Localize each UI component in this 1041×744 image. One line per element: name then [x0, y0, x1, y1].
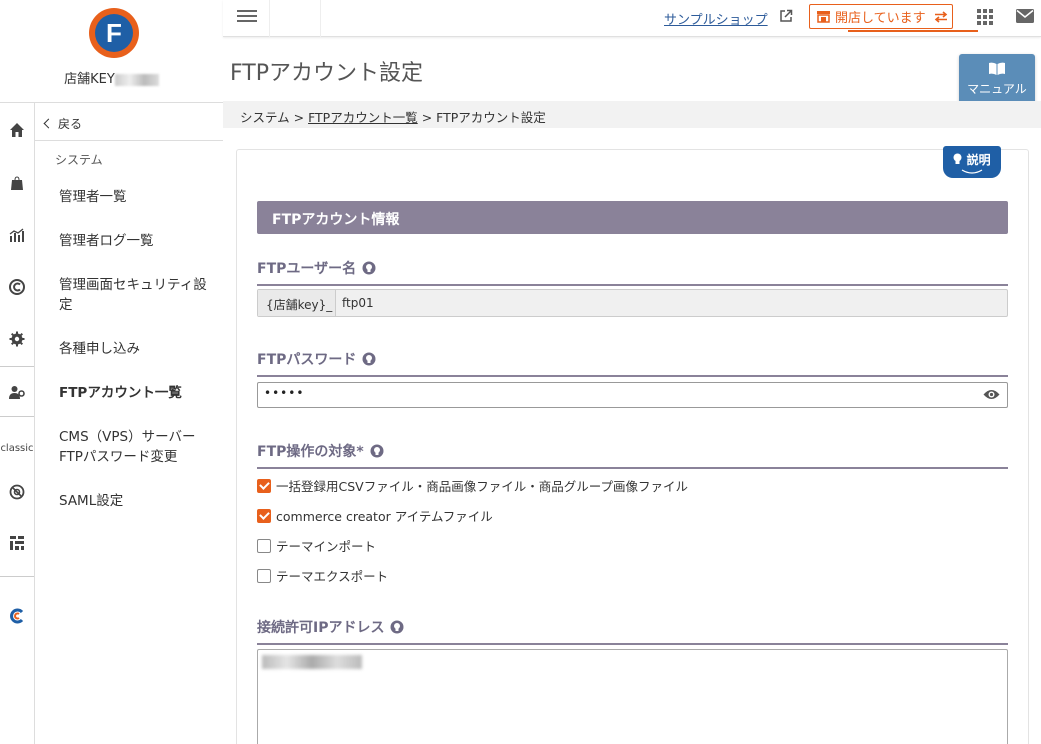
sample-shop-link[interactable]: サンプルショップ	[664, 9, 768, 28]
chevron-down-icon	[961, 169, 983, 174]
breadcrumb-link-ftp-accounts[interactable]: FTPアカウント一覧	[308, 110, 418, 125]
ftp-password-label: FTPパスワード	[257, 349, 1008, 377]
chevron-left-icon	[43, 118, 54, 129]
rail-divider	[0, 366, 34, 367]
manual-label: マニュアル	[967, 82, 1027, 96]
store-key-redacted	[114, 73, 159, 86]
rail-divider	[0, 416, 34, 417]
target-option-label: commerce creator アイテムファイル	[276, 509, 493, 524]
submenu-section-label: システム	[55, 153, 103, 167]
ip-address-label: 接続許可IPアドレス	[257, 617, 1008, 645]
external-link-icon	[780, 9, 793, 22]
logo-mark: F	[95, 14, 133, 52]
breadcrumb-separator: >	[289, 110, 309, 125]
target-option-label: テーマエクスポート	[276, 569, 389, 584]
tags-icon[interactable]	[0, 528, 34, 558]
ftp-username-input: {店舗key}_ ftp01	[257, 289, 1008, 317]
store-icon	[817, 11, 830, 23]
ip-address-label-text: 接続許可IPアドレス	[257, 620, 385, 636]
breadcrumb-current: FTPアカウント設定	[436, 110, 546, 125]
apps-grid-icon[interactable]	[976, 8, 994, 26]
checkbox-theme-import[interactable]	[257, 538, 271, 553]
logo[interactable]: F	[89, 8, 139, 58]
swap-icon	[934, 10, 947, 23]
hint-icon[interactable]	[370, 444, 384, 458]
target-option-theme-export[interactable]: テーマエクスポート	[257, 566, 388, 585]
open-status-underline	[848, 30, 978, 32]
ftp-username-value: ftp01	[342, 296, 374, 310]
c-icon[interactable]	[0, 272, 34, 302]
ip-address-textarea[interactable]	[257, 649, 1008, 744]
brand-area: F 店舗KEY	[0, 0, 223, 103]
store-key-label: 店舗KEY	[64, 72, 115, 87]
chart-icon[interactable]	[0, 220, 34, 250]
store-key: 店舗KEY	[0, 68, 223, 87]
user-gear-icon[interactable]	[0, 377, 34, 407]
hint-icon[interactable]	[362, 261, 376, 275]
book-icon	[989, 62, 1005, 75]
rail-divider	[0, 576, 34, 577]
checkbox-theme-export[interactable]	[257, 568, 271, 583]
target-option-csv-images[interactable]: 一括登録用CSVファイル・商品画像ファイル・商品グループ画像ファイル	[257, 476, 688, 495]
hamburger-icon[interactable]	[237, 7, 257, 27]
back-link[interactable]: 戻る	[43, 115, 83, 132]
submenu-item-ftp-accounts[interactable]: FTPアカウント一覧	[59, 383, 219, 403]
ftp-targets-label-text: FTP操作の対象*	[257, 444, 364, 460]
checkbox-csv-images[interactable]	[257, 478, 271, 493]
top-bar: サンプルショップ 開店しています	[223, 0, 1041, 37]
submenu: 戻る システム 管理者一覧 管理者ログ一覧 管理画面セキュリティ設定 各種申し込…	[35, 103, 223, 744]
target-option-theme-import[interactable]: テーマインポート	[257, 536, 376, 555]
ftp-username-prefix: {店舗key}_	[258, 290, 336, 316]
top-tab[interactable]	[269, 0, 321, 37]
target-option-commerce-creator[interactable]: commerce creator アイテムファイル	[257, 506, 493, 525]
ip-address-redacted	[262, 655, 362, 669]
bag-icon[interactable]	[0, 168, 34, 198]
explain-button[interactable]: 説明	[943, 146, 1001, 178]
home-icon[interactable]	[0, 115, 34, 145]
ftp-targets-label: FTP操作の対象*	[257, 441, 1008, 469]
target-option-label: テーマインポート	[276, 539, 377, 554]
eye-icon[interactable]	[983, 388, 1000, 401]
submenu-item-admin-list[interactable]: 管理者一覧	[59, 187, 219, 207]
submenu-item-admin-log[interactable]: 管理者ログ一覧	[59, 231, 219, 251]
submenu-item-cms-ftp-password[interactable]: CMS（VPS）サーバー FTPパスワード変更	[59, 427, 219, 467]
breadcrumb-separator: >	[417, 110, 437, 125]
hint-icon[interactable]	[390, 620, 404, 634]
ftp-password-input[interactable]: •••••	[257, 382, 1008, 408]
explain-label: 説明	[966, 153, 991, 167]
ftp-username-label-text: FTPユーザー名	[257, 261, 357, 277]
checkbox-commerce-creator[interactable]	[257, 508, 271, 523]
hint-icon[interactable]	[362, 352, 376, 366]
page-title: FTPアカウント設定	[230, 61, 423, 86]
open-status-button[interactable]: 開店しています	[809, 4, 953, 29]
breadcrumb-root: システム	[240, 110, 290, 125]
gear-icon[interactable]	[0, 324, 34, 354]
commerce-creator-icon[interactable]	[0, 601, 34, 631]
submenu-item-saml[interactable]: SAML設定	[59, 491, 219, 511]
classic-label: classic	[0, 443, 34, 454]
bulb-icon	[953, 153, 962, 164]
icon-rail: classic	[0, 103, 35, 744]
back-label: 戻る	[58, 117, 83, 131]
ftp-username-label: FTPユーザー名	[257, 258, 1008, 286]
open-status-label: 開店しています	[835, 11, 926, 26]
section-header: FTPアカウント情報	[257, 201, 1008, 234]
breadcrumb: システム > FTPアカウント一覧 > FTPアカウント設定	[223, 101, 1041, 128]
submenu-item-security[interactable]: 管理画面セキュリティ設定	[59, 275, 219, 315]
submenu-divider	[35, 140, 223, 141]
mail-icon[interactable]	[1016, 9, 1034, 23]
ftp-password-label-text: FTPパスワード	[257, 352, 357, 368]
submenu-item-applications[interactable]: 各種申し込み	[59, 339, 219, 359]
target-option-label: 一括登録用CSVファイル・商品画像ファイル・商品グループ画像ファイル	[276, 479, 688, 494]
classic-gear-icon[interactable]	[0, 477, 34, 507]
